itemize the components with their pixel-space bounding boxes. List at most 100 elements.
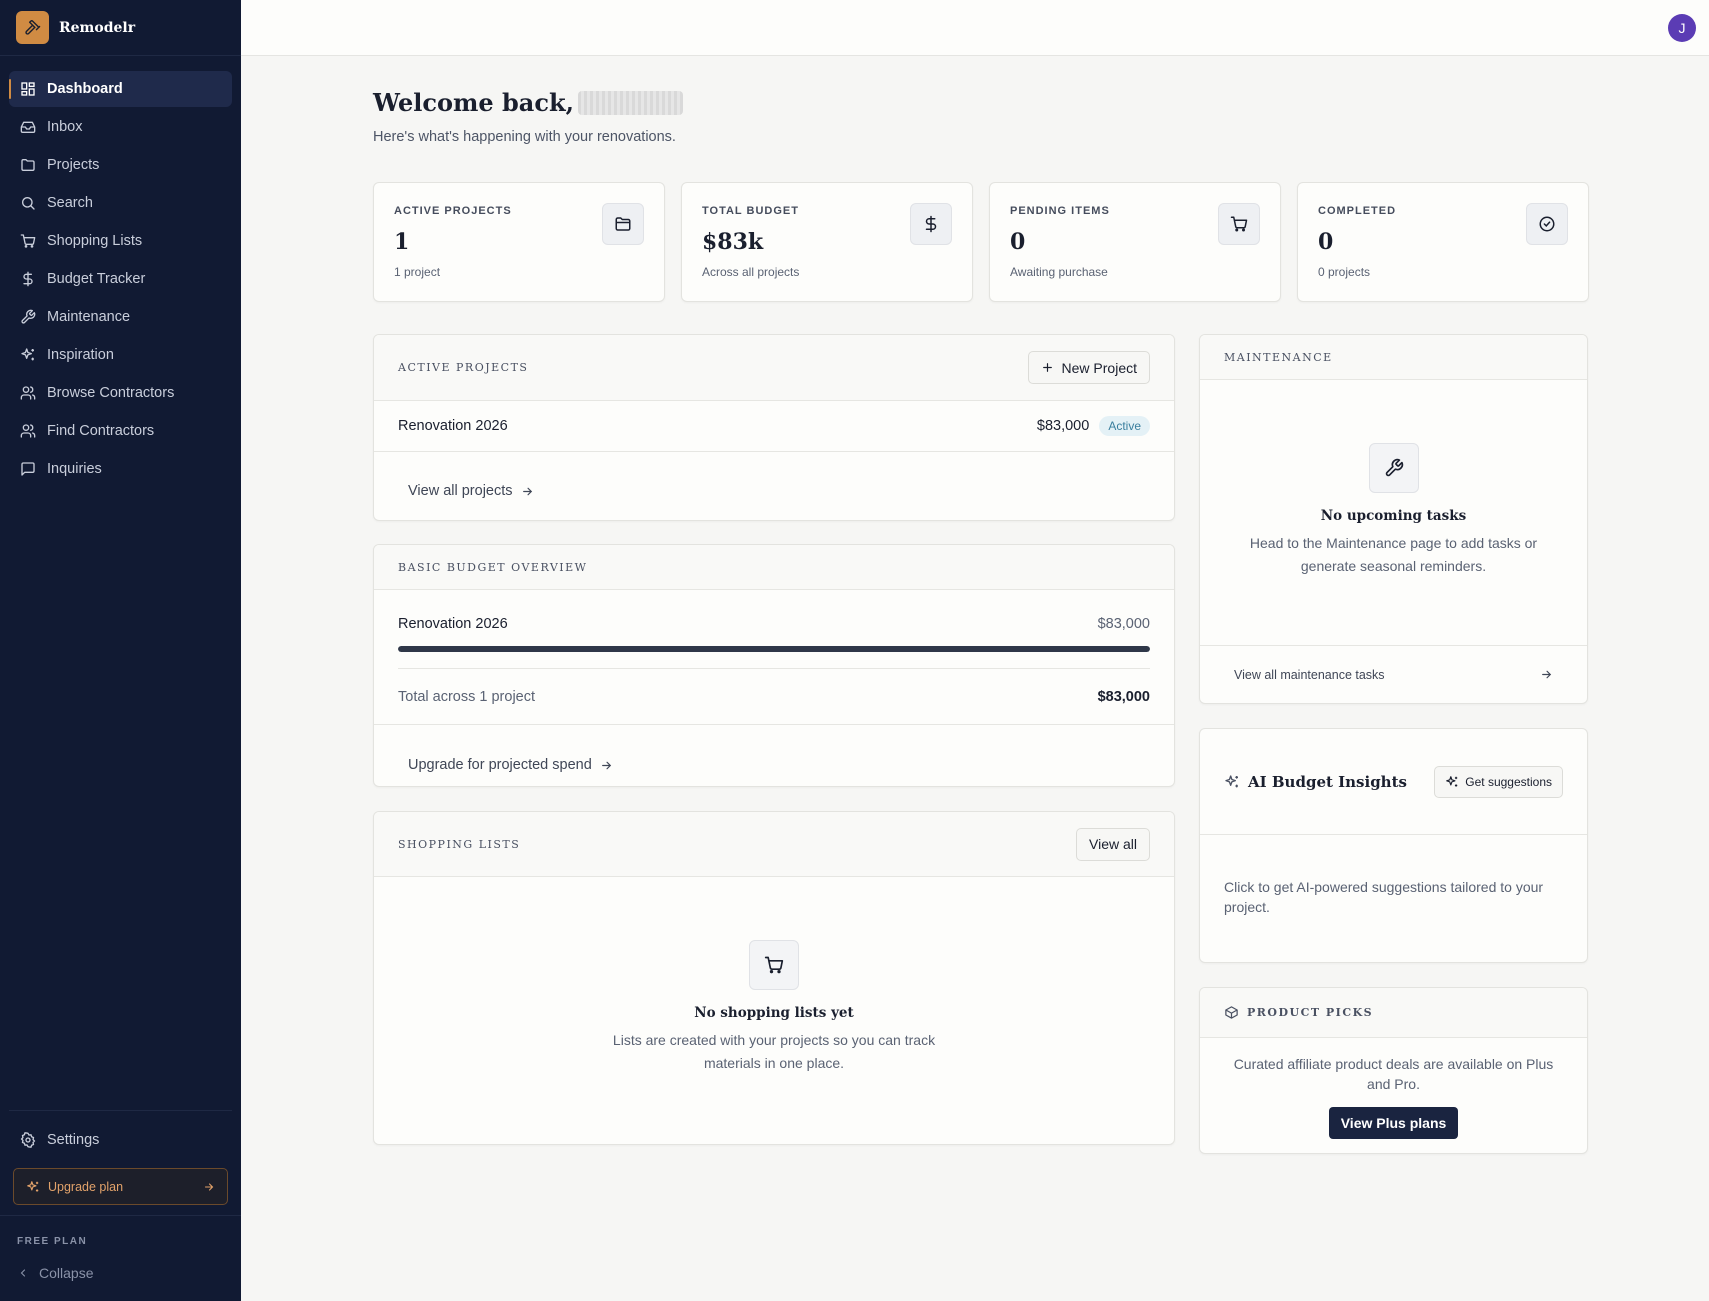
view-all-label: View all	[1089, 836, 1137, 852]
stat-label: PENDING ITEMS	[1010, 205, 1110, 217]
folder-icon	[602, 203, 644, 245]
sparkles-icon	[19, 347, 36, 364]
empty-text: Lists are created with your projects so …	[374, 1029, 1174, 1075]
empty-text-line: Lists are created with your projects so …	[612, 1032, 936, 1048]
page-title: Welcome back,	[373, 88, 683, 117]
card-title: MAINTENANCE	[1224, 350, 1333, 364]
sparkles-icon	[1445, 775, 1459, 789]
products-description: Curated affiliate product deals are avai…	[1200, 1038, 1587, 1094]
ai-text-line: project.	[1224, 899, 1270, 915]
sparkles-icon	[1224, 774, 1240, 790]
card-title: SHOPPING LISTS	[398, 837, 521, 851]
upgrade-label: Upgrade plan	[48, 1179, 124, 1194]
ai-insights-card: AI Budget Insights Get suggestions Click…	[1199, 728, 1588, 963]
project-name: Renovation 2026	[398, 418, 508, 434]
view-all-projects-link[interactable]: View all projects	[408, 483, 1174, 499]
nav-item-inbox[interactable]: Inbox	[9, 109, 232, 145]
welcome-text: Welcome back,	[373, 88, 574, 117]
shopping-lists-card: SHOPPING LISTS View all No shopping list…	[373, 811, 1175, 1145]
nav-item-inspiration[interactable]: Inspiration	[9, 337, 232, 373]
empty-text: Head to the Maintenance page to add task…	[1200, 532, 1587, 578]
nav-item-shopping-lists[interactable]: Shopping Lists	[9, 223, 232, 259]
view-all-shopping-button[interactable]: View all	[1076, 827, 1150, 861]
cart-icon	[1218, 203, 1260, 245]
card-header: AI Budget Insights Get suggestions	[1200, 729, 1587, 835]
stat-sub: Awaiting purchase	[1010, 265, 1108, 279]
collapse-label: Collapse	[39, 1265, 94, 1281]
stat-sub: Across all projects	[702, 265, 800, 279]
view-all-maintenance-label: View all maintenance tasks	[1234, 667, 1385, 682]
ai-description: Click to get AI-powered suggestions tail…	[1200, 835, 1587, 917]
budget-progress-bar	[398, 646, 1150, 652]
chevron-left-icon	[17, 1267, 29, 1279]
stat-card-pending-items: PENDING ITEMS 0 Awaiting purchase	[989, 182, 1281, 302]
view-all-maintenance-link[interactable]: View all maintenance tasks	[1200, 646, 1587, 703]
nav-label: Browse Contractors	[47, 385, 175, 401]
project-row[interactable]: Renovation 2026 $83,000 Active	[374, 401, 1174, 452]
stat-sub: 0 projects	[1318, 265, 1371, 279]
sidebar-footer: Settings Upgrade plan FREE PLAN Collapse	[0, 1110, 241, 1301]
stat-card-completed: COMPLETED 0 0 projects	[1297, 182, 1589, 302]
nav-item-browse-contractors[interactable]: Browse Contractors	[9, 375, 232, 411]
users-icon	[19, 385, 36, 402]
gear-icon	[19, 1132, 36, 1149]
nav-label: Inquiries	[47, 461, 102, 477]
budget-row: Renovation 2026 $83,000	[398, 613, 1150, 635]
product-picks-card: PRODUCT PICKS Curated affiliate product …	[1199, 987, 1588, 1154]
grid-icon	[19, 81, 36, 98]
budget-overview-card: BASIC BUDGET OVERVIEW Renovation 2026 $8…	[373, 544, 1175, 787]
card-header: MAINTENANCE	[1200, 335, 1587, 380]
upgrade-projected-spend-link[interactable]: Upgrade for projected spend	[408, 757, 1174, 773]
nav-item-projects[interactable]: Projects	[9, 147, 232, 183]
stat-value: 0	[1010, 229, 1026, 255]
nav-label: Inbox	[47, 119, 83, 135]
card-title: BASIC BUDGET OVERVIEW	[398, 560, 588, 574]
stat-sub: 1 project	[394, 265, 441, 279]
brand[interactable]: Remodelr	[0, 0, 241, 56]
nav-item-settings[interactable]: Settings	[9, 1122, 232, 1158]
stat-card-total-budget: TOTAL BUDGET $83k Across all projects	[681, 182, 973, 302]
nav-label: Budget Tracker	[47, 271, 146, 287]
folder-icon	[19, 157, 36, 174]
sidebar: Remodelr Dashboard Inbox Projects Search…	[0, 0, 241, 1301]
budget-total-label: Total across 1 project	[398, 688, 536, 705]
arrow-right-icon	[600, 759, 613, 772]
view-all-projects-label: View all projects	[408, 483, 513, 499]
nav-label: Projects	[47, 157, 100, 173]
wrench-icon	[1368, 443, 1419, 493]
nav-item-budget-tracker[interactable]: Budget Tracker	[9, 261, 232, 297]
nav-item-search[interactable]: Search	[9, 185, 232, 221]
message-icon	[19, 461, 36, 478]
collapse-button[interactable]: Collapse	[0, 1247, 241, 1301]
budget-project-name: Renovation 2026	[398, 616, 508, 632]
upgrade-plan-button[interactable]: Upgrade plan	[13, 1168, 228, 1205]
nav-item-maintenance[interactable]: Maintenance	[9, 299, 232, 335]
card-header: PRODUCT PICKS	[1200, 988, 1587, 1038]
nav-item-find-contractors[interactable]: Find Contractors	[9, 413, 232, 449]
page-subtitle: Here's what's happening with your renova…	[373, 129, 676, 145]
empty-text-line: materials in one place.	[703, 1055, 845, 1071]
budget-progress-fill	[398, 646, 1150, 652]
nav-item-dashboard[interactable]: Dashboard	[9, 71, 232, 107]
top-bar: J	[241, 0, 1709, 56]
stat-label: COMPLETED	[1318, 205, 1397, 217]
plus-icon	[1041, 361, 1054, 374]
stat-label: TOTAL BUDGET	[702, 205, 799, 217]
nav-label: Settings	[47, 1132, 100, 1148]
view-plus-plans-button[interactable]: View Plus plans	[1328, 1107, 1459, 1139]
avatar[interactable]: J	[1668, 14, 1696, 42]
new-project-label: New Project	[1061, 359, 1137, 376]
get-suggestions-button[interactable]: Get suggestions	[1434, 765, 1563, 798]
card-title: PRODUCT PICKS	[1247, 1006, 1374, 1019]
arrow-right-icon	[1540, 668, 1553, 681]
empty-text-line: generate seasonal reminders.	[1300, 558, 1487, 574]
main-nav: Dashboard Inbox Projects Search Shopping…	[0, 56, 241, 487]
ai-title: AI Budget Insights	[1248, 772, 1407, 791]
nav-item-inquiries[interactable]: Inquiries	[9, 451, 232, 487]
stat-value: 1	[394, 229, 410, 255]
budget-total-value: $83,000	[1097, 688, 1150, 705]
stat-label: ACTIVE PROJECTS	[394, 205, 512, 217]
new-project-button[interactable]: New Project	[1027, 351, 1150, 384]
products-text-line: Curated affiliate product deals are avai…	[1233, 1056, 1554, 1072]
upgrade-projected-label: Upgrade for projected spend	[408, 757, 592, 773]
